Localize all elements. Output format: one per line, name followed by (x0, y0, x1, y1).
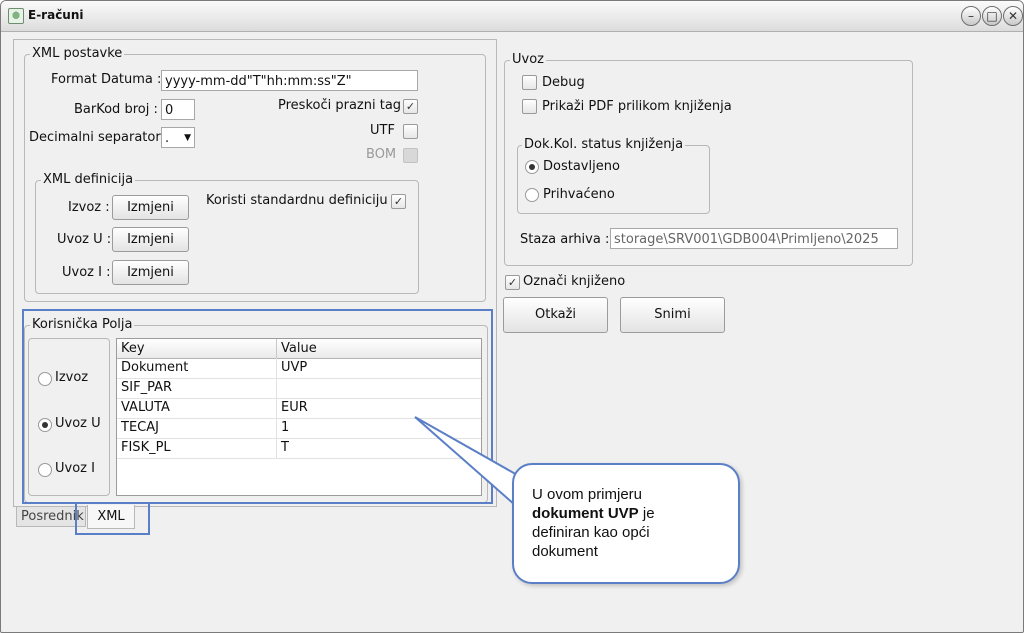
status-knjizenja-group: Dok.Kol. status knjiženja (517, 137, 710, 214)
chevron-down-icon: ▼ (184, 133, 191, 143)
callout-line-1: U ovom primjeru (532, 486, 643, 503)
decimalni-value: . (165, 131, 170, 146)
highlight-xml-tab (75, 503, 150, 535)
staza-arhiva-input[interactable]: storage\SRV001\GDB004\Primljeno\2025 (610, 228, 898, 249)
bom-checkbox[interactable] (403, 148, 418, 163)
uvoz-i-label: Uvoz I : (62, 265, 111, 280)
close-button[interactable]: ✕ (1003, 6, 1023, 26)
preskoci-checkbox[interactable]: ✓ (403, 99, 418, 114)
app-icon (8, 8, 24, 24)
izvoz-label: Izvoz : (68, 200, 110, 215)
standard-definicija-label: Koristi standardnu definiciju (206, 193, 388, 208)
barkod-label: BarKod broj : (74, 102, 158, 117)
snimi-button[interactable]: Snimi (620, 297, 725, 333)
utf-label: UTF (370, 123, 395, 138)
uvoz-u-izmjeni-button[interactable]: Izmjeni (112, 227, 189, 252)
preskoci-label: Preskoči prazni tag (278, 98, 402, 113)
callout-bold: dokument UVP (532, 505, 639, 522)
window-title: E-računi (28, 8, 84, 22)
decimalni-select[interactable]: . ▼ (161, 127, 195, 148)
format-datuma-input[interactable]: yyyy-mm-dd"T"hh:mm:ss"Z" (161, 70, 418, 91)
dostavljeno-radio[interactable] (525, 160, 539, 174)
bom-label: BOM (366, 147, 397, 162)
prihvaceno-radio[interactable] (525, 188, 539, 202)
standard-definicija-checkbox[interactable]: ✓ (391, 194, 406, 209)
maximize-button[interactable]: □ (982, 6, 1002, 26)
debug-label: Debug (542, 75, 585, 90)
utf-checkbox[interactable] (403, 124, 418, 139)
xml-definicija-title: XML definicija (41, 172, 136, 187)
debug-checkbox[interactable] (522, 75, 537, 90)
prikazi-pdf-checkbox[interactable] (522, 99, 537, 114)
minimize-button[interactable]: – (961, 6, 981, 26)
otkazi-button[interactable]: Otkaži (503, 297, 608, 333)
uvoz-title: Uvoz (510, 52, 546, 67)
prihvaceno-label: Prihvaćeno (543, 187, 615, 202)
barkod-input[interactable]: 0 (161, 99, 195, 120)
title-bar[interactable]: E-računi – □ ✕ (1, 1, 1023, 32)
callout-box: U ovom primjeru dokument UVP je definira… (512, 463, 740, 584)
callout-line-3: definiran kao opći (532, 524, 650, 541)
oznaci-knjizeno-checkbox[interactable]: ✓ (505, 275, 520, 290)
uvoz-u-label: Uvoz U : (57, 232, 112, 247)
app-window: E-računi – □ ✕ XML postavke Format Datum… (0, 0, 1024, 633)
staza-arhiva-label: Staza arhiva : (520, 232, 610, 247)
xml-postavke-title: XML postavke (30, 46, 125, 61)
decimalni-label: Decimalni separator : (29, 130, 170, 145)
format-datuma-label: Format Datuma : (51, 72, 162, 87)
dostavljeno-label: Dostavljeno (543, 159, 620, 174)
uvoz-i-izmjeni-button[interactable]: Izmjeni (112, 260, 189, 285)
prikazi-pdf-label: Prikaži PDF prilikom knjiženja (542, 99, 732, 114)
oznaci-knjizeno-label: Označi knjiženo (523, 274, 626, 289)
izvoz-izmjeni-button[interactable]: Izmjeni (112, 195, 189, 220)
status-knjizenja-title: Dok.Kol. status knjiženja (522, 137, 686, 152)
callout-after-bold: je (638, 505, 655, 522)
callout-line-4: dokument (532, 543, 598, 560)
